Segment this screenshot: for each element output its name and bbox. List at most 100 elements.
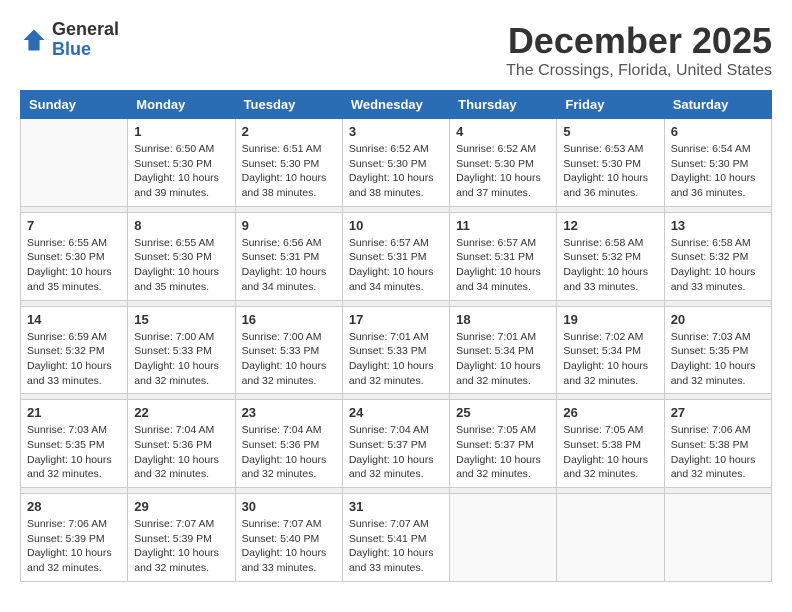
day-info: Sunrise: 7:07 AM Sunset: 5:40 PM Dayligh… bbox=[242, 517, 336, 576]
location-subtitle: The Crossings, Florida, United States bbox=[506, 62, 772, 80]
calendar-cell: 5Sunrise: 6:53 AM Sunset: 5:30 PM Daylig… bbox=[557, 119, 664, 207]
calendar-cell: 30 Sunrise: 7:07 AM Sunset: 5:40 PM Dayli… bbox=[235, 494, 342, 582]
day-info: Sunrise: 7:04 AM Sunset: 5:37 PM Dayligh… bbox=[349, 423, 443, 482]
calendar-cell: 25 Sunrise: 7:05 AM Sunset: 5:37 PM Dayli… bbox=[450, 400, 557, 488]
day-number: 30 bbox=[242, 499, 336, 514]
title-area: December 2025 The Crossings, Florida, Un… bbox=[506, 20, 772, 80]
day-number: 7 bbox=[27, 218, 121, 233]
calendar-cell bbox=[450, 494, 557, 582]
weekday-header-saturday: Saturday bbox=[664, 91, 771, 119]
logo-blue: Blue bbox=[52, 40, 119, 60]
calendar-cell: 13Sunrise: 6:58 AM Sunset: 5:32 PM Dayli… bbox=[664, 212, 771, 300]
week-row-4: 21 Sunrise: 7:03 AM Sunset: 5:35 PM Dayli… bbox=[21, 400, 772, 488]
day-info: Sunrise: 6:58 AM Sunset: 5:32 PM Dayligh… bbox=[671, 236, 765, 295]
day-info: Sunrise: 7:04 AM Sunset: 5:36 PM Dayligh… bbox=[134, 423, 228, 482]
calendar-cell: 29Sunrise: 7:07 AM Sunset: 5:39 PM Dayli… bbox=[128, 494, 235, 582]
day-info: Sunrise: 7:07 AM Sunset: 5:41 PM Dayligh… bbox=[349, 517, 443, 576]
day-info: Sunrise: 7:01 AM Sunset: 5:33 PM Dayligh… bbox=[349, 330, 443, 389]
weekday-header-row: SundayMondayTuesdayWednesdayThursdayFrid… bbox=[21, 91, 772, 119]
weekday-header-friday: Friday bbox=[557, 91, 664, 119]
month-title: December 2025 bbox=[506, 20, 772, 62]
day-number: 27 bbox=[671, 405, 765, 420]
day-number: 23 bbox=[242, 405, 336, 420]
calendar-cell: 26 Sunrise: 7:05 AM Sunset: 5:38 PM Dayli… bbox=[557, 400, 664, 488]
day-number: 19 bbox=[563, 312, 657, 327]
day-number: 3 bbox=[349, 124, 443, 139]
calendar-cell bbox=[21, 119, 128, 207]
day-info: Sunrise: 6:57 AM Sunset: 5:31 PM Dayligh… bbox=[456, 236, 550, 295]
day-number: 18 bbox=[456, 312, 550, 327]
day-info: Sunrise: 6:51 AM Sunset: 5:30 PM Dayligh… bbox=[242, 142, 336, 201]
calendar-cell: 8Sunrise: 6:55 AM Sunset: 5:30 PM Daylig… bbox=[128, 212, 235, 300]
day-info: Sunrise: 7:03 AM Sunset: 5:35 PM Dayligh… bbox=[27, 423, 121, 482]
day-number: 22 bbox=[134, 405, 228, 420]
weekday-header-tuesday: Tuesday bbox=[235, 91, 342, 119]
day-number: 29 bbox=[134, 499, 228, 514]
day-number: 16 bbox=[242, 312, 336, 327]
day-number: 14 bbox=[27, 312, 121, 327]
day-number: 5 bbox=[563, 124, 657, 139]
day-info: Sunrise: 6:54 AM Sunset: 5:30 PM Dayligh… bbox=[671, 142, 765, 201]
day-info: Sunrise: 6:58 AM Sunset: 5:32 PM Dayligh… bbox=[563, 236, 657, 295]
day-number: 25 bbox=[456, 405, 550, 420]
day-info: Sunrise: 7:02 AM Sunset: 5:34 PM Dayligh… bbox=[563, 330, 657, 389]
day-number: 2 bbox=[242, 124, 336, 139]
day-number: 9 bbox=[242, 218, 336, 233]
day-info: Sunrise: 7:00 AM Sunset: 5:33 PM Dayligh… bbox=[134, 330, 228, 389]
day-info: Sunrise: 7:05 AM Sunset: 5:37 PM Dayligh… bbox=[456, 423, 550, 482]
calendar-cell: 6 Sunrise: 6:54 AM Sunset: 5:30 PM Daylig… bbox=[664, 119, 771, 207]
calendar-cell bbox=[557, 494, 664, 582]
calendar-cell: 11 Sunrise: 6:57 AM Sunset: 5:31 PM Dayli… bbox=[450, 212, 557, 300]
day-number: 4 bbox=[456, 124, 550, 139]
day-number: 1 bbox=[134, 124, 228, 139]
calendar-cell: 16Sunrise: 7:00 AM Sunset: 5:33 PM Dayli… bbox=[235, 306, 342, 394]
day-number: 11 bbox=[456, 218, 550, 233]
calendar-cell: 4 Sunrise: 6:52 AM Sunset: 5:30 PM Daylig… bbox=[450, 119, 557, 207]
logo-text: General Blue bbox=[52, 20, 119, 60]
calendar-table: SundayMondayTuesdayWednesdayThursdayFrid… bbox=[20, 90, 772, 582]
day-number: 21 bbox=[27, 405, 121, 420]
day-info: Sunrise: 6:57 AM Sunset: 5:31 PM Dayligh… bbox=[349, 236, 443, 295]
calendar-cell: 22 Sunrise: 7:04 AM Sunset: 5:36 PM Dayli… bbox=[128, 400, 235, 488]
logo: General Blue bbox=[20, 20, 119, 60]
week-row-5: 28 Sunrise: 7:06 AM Sunset: 5:39 PM Dayli… bbox=[21, 494, 772, 582]
day-info: Sunrise: 6:50 AM Sunset: 5:30 PM Dayligh… bbox=[134, 142, 228, 201]
calendar-cell: 18 Sunrise: 7:01 AM Sunset: 5:34 PM Dayli… bbox=[450, 306, 557, 394]
week-row-2: 7 Sunrise: 6:55 AM Sunset: 5:30 PM Daylig… bbox=[21, 212, 772, 300]
day-info: Sunrise: 6:59 AM Sunset: 5:32 PM Dayligh… bbox=[27, 330, 121, 389]
day-info: Sunrise: 7:06 AM Sunset: 5:39 PM Dayligh… bbox=[27, 517, 121, 576]
calendar-cell: 15 Sunrise: 7:00 AM Sunset: 5:33 PM Dayli… bbox=[128, 306, 235, 394]
day-number: 24 bbox=[349, 405, 443, 420]
day-number: 28 bbox=[27, 499, 121, 514]
calendar-cell: 17Sunrise: 7:01 AM Sunset: 5:33 PM Dayli… bbox=[342, 306, 449, 394]
day-number: 26 bbox=[563, 405, 657, 420]
day-info: Sunrise: 6:55 AM Sunset: 5:30 PM Dayligh… bbox=[27, 236, 121, 295]
calendar-cell: 20Sunrise: 7:03 AM Sunset: 5:35 PM Dayli… bbox=[664, 306, 771, 394]
calendar-cell: 1 Sunrise: 6:50 AM Sunset: 5:30 PM Daylig… bbox=[128, 119, 235, 207]
day-info: Sunrise: 7:01 AM Sunset: 5:34 PM Dayligh… bbox=[456, 330, 550, 389]
day-number: 8 bbox=[134, 218, 228, 233]
calendar-cell: 31Sunrise: 7:07 AM Sunset: 5:41 PM Dayli… bbox=[342, 494, 449, 582]
calendar-cell: 19 Sunrise: 7:02 AM Sunset: 5:34 PM Dayli… bbox=[557, 306, 664, 394]
day-info: Sunrise: 7:05 AM Sunset: 5:38 PM Dayligh… bbox=[563, 423, 657, 482]
calendar-cell: 3Sunrise: 6:52 AM Sunset: 5:30 PM Daylig… bbox=[342, 119, 449, 207]
weekday-header-wednesday: Wednesday bbox=[342, 91, 449, 119]
week-row-3: 14 Sunrise: 6:59 AM Sunset: 5:32 PM Dayli… bbox=[21, 306, 772, 394]
calendar-cell: 14 Sunrise: 6:59 AM Sunset: 5:32 PM Dayli… bbox=[21, 306, 128, 394]
day-info: Sunrise: 7:04 AM Sunset: 5:36 PM Dayligh… bbox=[242, 423, 336, 482]
calendar-cell: 2 Sunrise: 6:51 AM Sunset: 5:30 PM Daylig… bbox=[235, 119, 342, 207]
day-info: Sunrise: 6:52 AM Sunset: 5:30 PM Dayligh… bbox=[456, 142, 550, 201]
weekday-header-monday: Monday bbox=[128, 91, 235, 119]
weekday-header-sunday: Sunday bbox=[21, 91, 128, 119]
day-number: 12 bbox=[563, 218, 657, 233]
calendar-cell: 12 Sunrise: 6:58 AM Sunset: 5:32 PM Dayli… bbox=[557, 212, 664, 300]
day-info: Sunrise: 7:03 AM Sunset: 5:35 PM Dayligh… bbox=[671, 330, 765, 389]
day-info: Sunrise: 6:56 AM Sunset: 5:31 PM Dayligh… bbox=[242, 236, 336, 295]
week-row-1: 1 Sunrise: 6:50 AM Sunset: 5:30 PM Daylig… bbox=[21, 119, 772, 207]
day-number: 15 bbox=[134, 312, 228, 327]
calendar-cell: 21 Sunrise: 7:03 AM Sunset: 5:35 PM Dayli… bbox=[21, 400, 128, 488]
calendar-cell: 28 Sunrise: 7:06 AM Sunset: 5:39 PM Dayli… bbox=[21, 494, 128, 582]
day-number: 6 bbox=[671, 124, 765, 139]
calendar-cell: 27Sunrise: 7:06 AM Sunset: 5:38 PM Dayli… bbox=[664, 400, 771, 488]
calendar-cell: 23 Sunrise: 7:04 AM Sunset: 5:36 PM Dayli… bbox=[235, 400, 342, 488]
